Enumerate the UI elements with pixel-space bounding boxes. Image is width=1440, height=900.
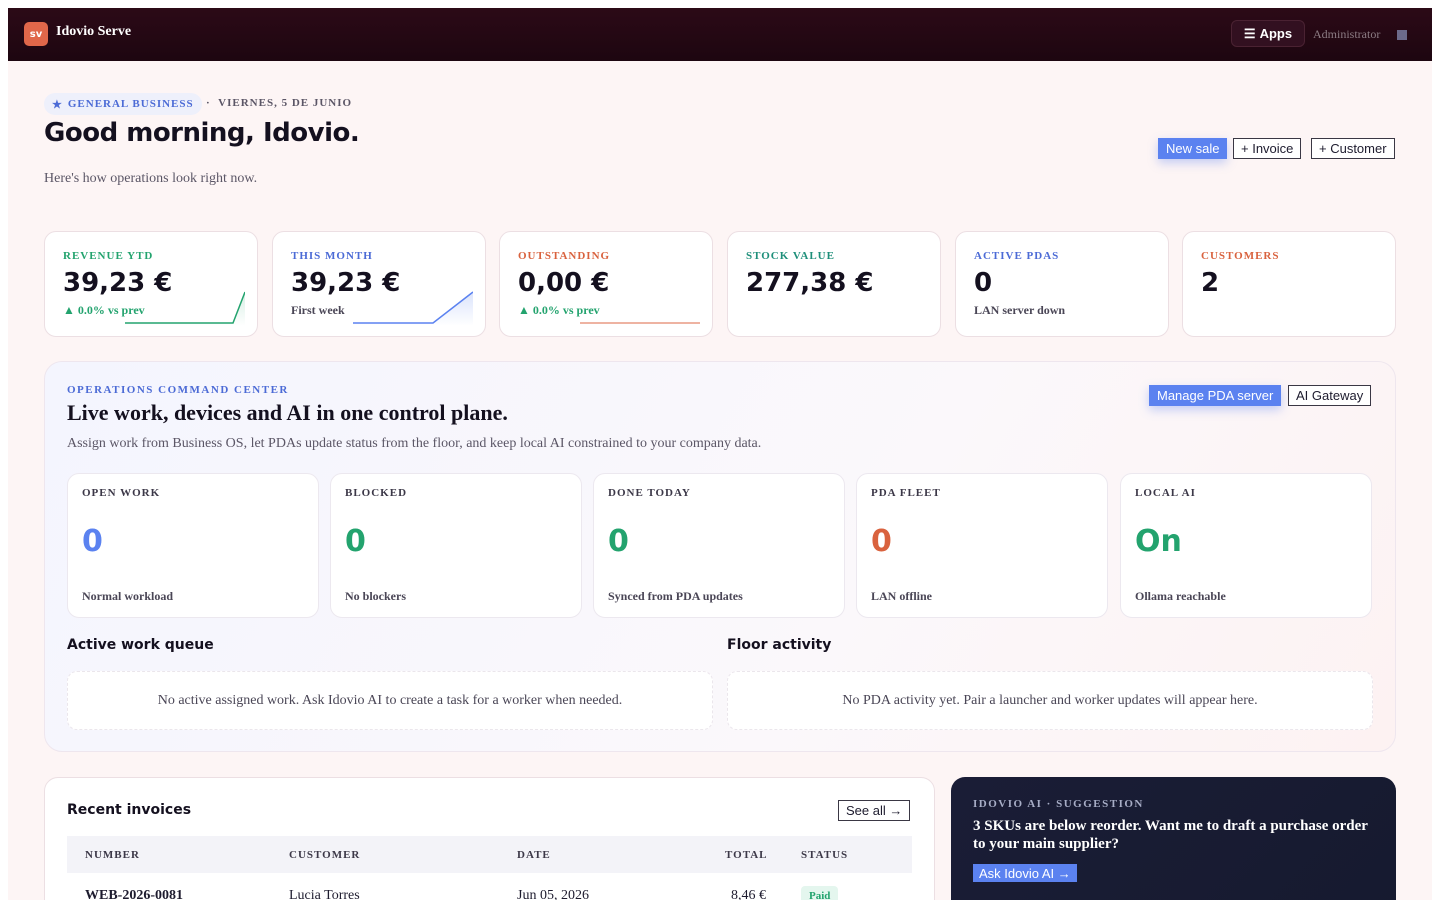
menu-icon: ☰	[1243, 25, 1256, 41]
kpi-card-active-pdas[interactable]: ACTIVE PDAS 0 LAN server down	[955, 231, 1169, 337]
metric-card-local-ai[interactable]: LOCAL AI On Ollama reachable	[1120, 473, 1372, 618]
metric-card-open-work[interactable]: OPEN WORK 0 Normal workload	[67, 473, 319, 618]
recent-invoices-title: Recent invoices	[67, 802, 192, 818]
ai-gateway-button[interactable]: AI Gateway	[1288, 385, 1372, 406]
metric-note: Synced from PDA updates	[608, 589, 743, 603]
column-header-number[interactable]: NUMBER	[85, 849, 140, 861]
ai-eyebrow: IDOVIO AI · SUGGESTION	[973, 798, 1144, 810]
new-sale-button[interactable]: New sale	[1158, 138, 1228, 159]
kpi-card-outstanding[interactable]: OUTSTANDING 0,00 € ▲ 0.0% vs prev	[499, 231, 713, 337]
kpi-label: OUTSTANDING	[518, 250, 611, 262]
invoice-date: Jun 05, 2026	[517, 888, 589, 900]
metric-card-done-today[interactable]: DONE TODAY 0 Synced from PDA updates	[593, 473, 845, 618]
star-icon: ★	[52, 98, 63, 111]
date-label: VIERNES, 5 DE JUNIO	[218, 97, 353, 109]
new-customer-button[interactable]: + Customer	[1311, 138, 1395, 159]
ask-idovio-ai-button[interactable]: Ask Idovio AI →	[973, 864, 1077, 882]
kpi-value: 277,38 €	[746, 268, 874, 298]
status-badge: Paid	[801, 886, 839, 900]
current-date: · VIERNES, 5 DE JUNIO	[206, 97, 352, 109]
kpi-note: First week	[291, 303, 345, 317]
user-name[interactable]: Administrator	[1313, 27, 1380, 42]
apps-button[interactable]: ☰ Apps	[1231, 20, 1305, 47]
metric-label: PDA FLEET	[871, 487, 941, 499]
invoice-customer: Lucia Torres	[289, 888, 360, 900]
metric-label: LOCAL AI	[1135, 487, 1196, 499]
metric-value: 0	[871, 524, 892, 559]
section-title: Live work, devices and AI in one control…	[67, 400, 508, 425]
metric-note: Ollama reachable	[1135, 589, 1226, 603]
page-title: Good morning, Idovio.	[44, 118, 360, 148]
kpi-label: CUSTOMERS	[1201, 250, 1280, 262]
recent-invoices-panel: Recent invoices See all → NUMBER CUSTOME…	[44, 777, 935, 900]
ai-suggestion-text: 3 SKUs are below reorder. Want me to dra…	[973, 818, 1368, 852]
floor-activity-title: Floor activity	[727, 637, 832, 653]
active-work-queue-title: Active work queue	[67, 637, 214, 653]
operations-command-center: OPERATIONS COMMAND CENTER Live work, dev…	[44, 361, 1396, 752]
metric-label: OPEN WORK	[82, 487, 161, 499]
app-frame: sv Idovio Serve ☰ Apps Administrator ★ G…	[8, 8, 1432, 900]
page-subtitle: Here's how operations look right now.	[44, 171, 258, 186]
business-type-chip: ★ GENERAL BUSINESS	[44, 93, 202, 115]
kpi-label: STOCK VALUE	[746, 250, 835, 262]
metric-value: 0	[82, 524, 103, 559]
kpi-card-customers[interactable]: CUSTOMERS 2	[1182, 231, 1396, 337]
app-logo[interactable]: sv	[24, 22, 48, 46]
dot-separator: ·	[206, 97, 211, 109]
floor-activity-empty-state: No PDA activity yet. Pair a launcher and…	[727, 671, 1373, 730]
column-header-total[interactable]: TOTAL	[725, 849, 768, 861]
top-bar: sv Idovio Serve ☰ Apps Administrator	[8, 8, 1432, 61]
kpi-card-stock-value[interactable]: STOCK VALUE 277,38 €	[727, 231, 941, 337]
kpi-card-this-month[interactable]: THIS MONTH 39,23 € First week	[272, 231, 486, 337]
metric-label: DONE TODAY	[608, 487, 691, 499]
kpi-label: REVENUE YTD	[63, 250, 154, 262]
metric-card-pda-fleet[interactable]: PDA FLEET 0 LAN offline	[856, 473, 1108, 618]
sparkline	[125, 291, 245, 326]
new-invoice-button[interactable]: + Invoice	[1233, 138, 1302, 159]
section-eyebrow: OPERATIONS COMMAND CENTER	[67, 384, 289, 396]
invoice-number[interactable]: WEB-2026-0081	[85, 888, 183, 900]
column-header-date[interactable]: DATE	[517, 849, 551, 861]
metric-card-blocked[interactable]: BLOCKED 0 No blockers	[330, 473, 582, 618]
kpi-value: 2	[1201, 268, 1220, 298]
metric-value: 0	[345, 524, 366, 559]
metric-label: BLOCKED	[345, 487, 408, 499]
metric-value: On	[1135, 524, 1182, 559]
kpi-note: LAN server down	[974, 303, 1066, 317]
ai-suggestion-card: IDOVIO AI · SUGGESTION 3 SKUs are below …	[951, 777, 1396, 900]
sparkline	[353, 291, 473, 326]
see-all-invoices-button[interactable]: See all →	[838, 800, 911, 821]
work-queue-empty-state: No active assigned work. Ask Idovio AI t…	[67, 671, 713, 730]
user-avatar-icon[interactable]	[1397, 30, 1407, 40]
kpi-label: THIS MONTH	[291, 250, 373, 262]
brand-name[interactable]: Idovio Serve	[56, 24, 131, 40]
manage-pda-server-button[interactable]: Manage PDA server	[1149, 385, 1282, 406]
invoice-total: 8,46 €	[731, 888, 766, 900]
apps-label: Apps	[1259, 26, 1293, 41]
column-header-status[interactable]: STATUS	[801, 849, 848, 861]
section-subtitle: Assign work from Business OS, let PDAs u…	[67, 436, 762, 451]
kpi-label: ACTIVE PDAS	[974, 250, 1060, 262]
kpi-value: 0	[974, 268, 993, 298]
kpi-card-revenue-ytd[interactable]: REVENUE YTD 39,23 € ▲ 0.0% vs prev	[44, 231, 258, 337]
column-header-customer[interactable]: CUSTOMER	[289, 849, 360, 861]
sparkline	[580, 322, 700, 324]
metric-value: 0	[608, 524, 629, 559]
metric-note: No blockers	[345, 589, 406, 603]
invoices-table-header: NUMBER CUSTOMER DATE TOTAL STATUS	[67, 836, 912, 873]
business-type-label: GENERAL BUSINESS	[67, 98, 194, 110]
metric-note: LAN offline	[871, 589, 932, 603]
metric-note: Normal workload	[82, 589, 173, 603]
